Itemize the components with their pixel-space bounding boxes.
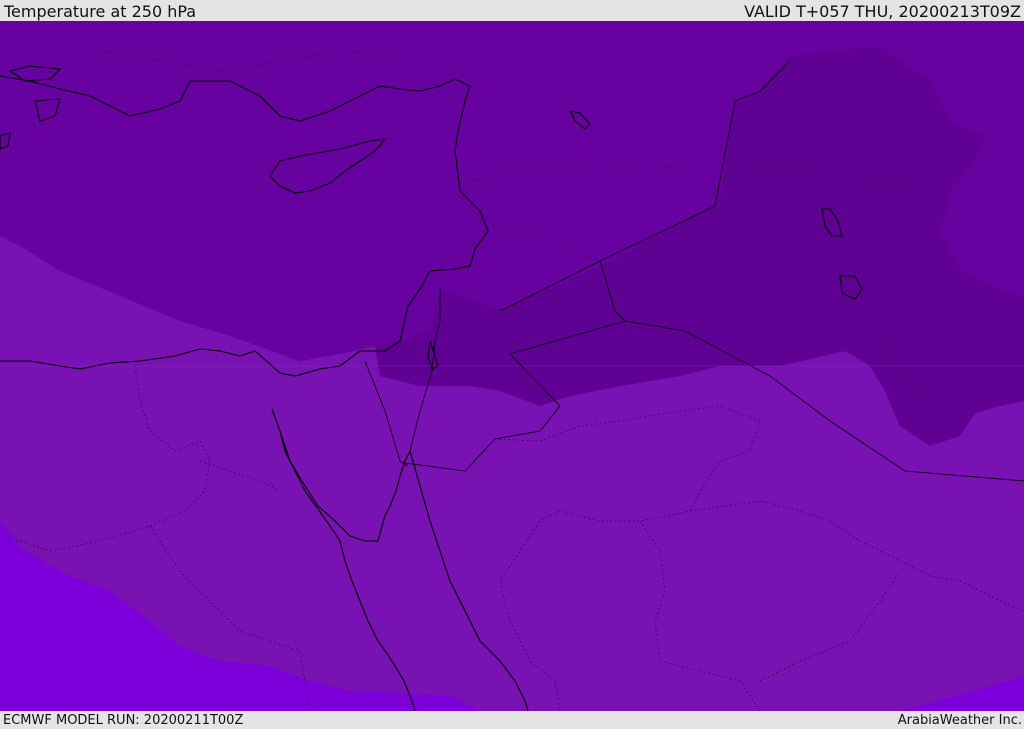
map-title: Temperature at 250 hPa: [4, 1, 197, 21]
valid-time-label: VALID T+057 THU, 20200213T09Z: [744, 1, 1021, 21]
header-bar: Temperature at 250 hPa VALID T+057 THU, …: [0, 0, 1024, 22]
model-run-label: ECMWF MODEL RUN: 20200211T00Z: [3, 712, 244, 728]
temperature-map: [0, 21, 1024, 711]
footer-bar: ECMWF MODEL RUN: 20200211T00Z ArabiaWeat…: [0, 711, 1024, 729]
credit-label: ArabiaWeather Inc.: [897, 712, 1022, 728]
